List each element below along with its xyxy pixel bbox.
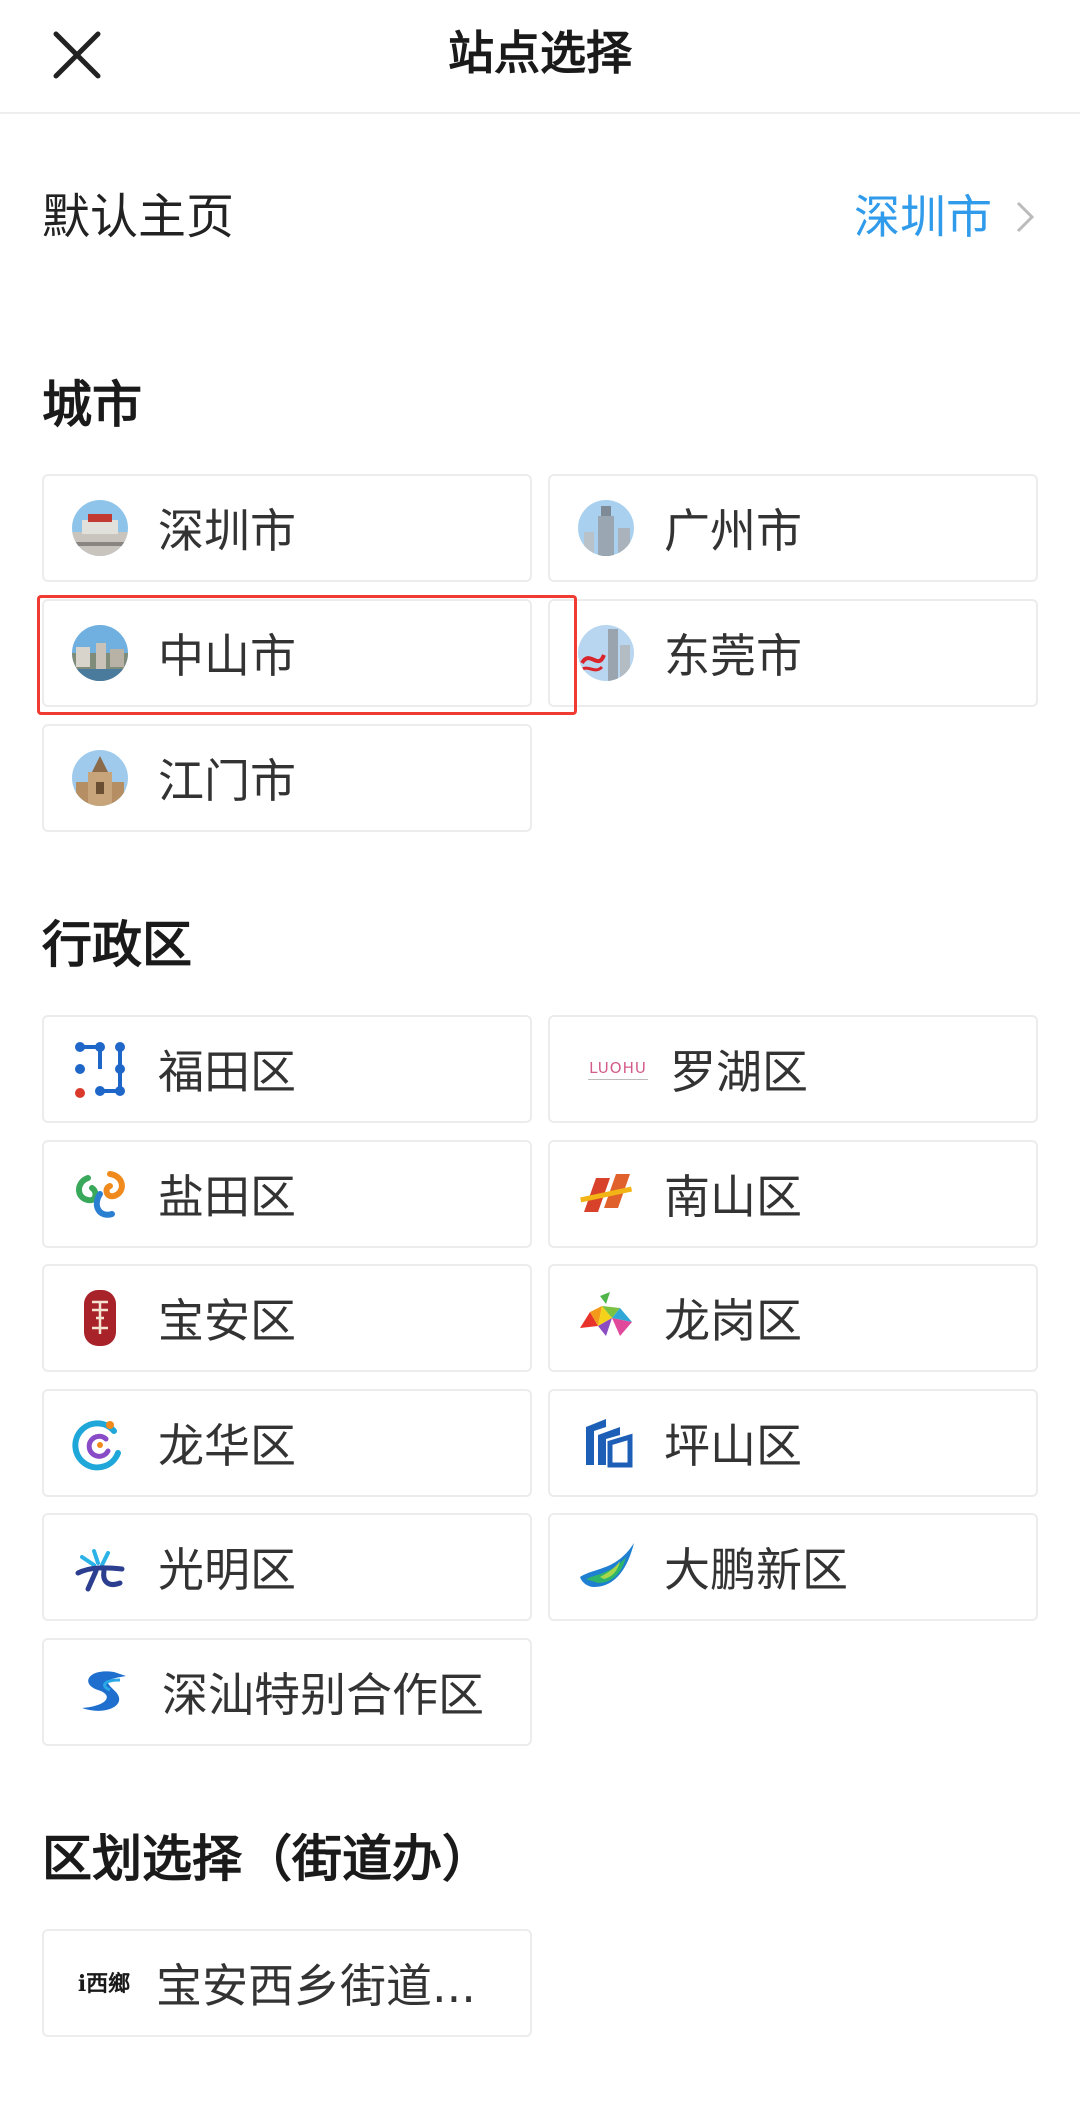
district-item-pingshan[interactable]: 坪山区	[548, 1389, 1038, 1497]
district-item-label: 龙岗区	[664, 1294, 802, 1348]
district-item-label: 宝安区	[158, 1294, 296, 1348]
longhua-logo-icon	[72, 1420, 121, 1471]
street-item-xixiang[interactable]: i西鄉 宝安西乡街道...	[42, 1929, 532, 2037]
dapeng-bird-logo-icon	[580, 1543, 634, 1587]
district-item-guangming[interactable]: 光明区	[42, 1513, 532, 1621]
zhongshan-city-photo-icon	[72, 625, 128, 681]
city-item-jiangmen[interactable]: 江门市	[42, 724, 532, 832]
svg-text:LUOHU: LUOHU	[589, 1059, 647, 1077]
pingshan-logo-icon	[586, 1419, 633, 1468]
city-item-shenzhen[interactable]: 深圳市	[42, 474, 532, 582]
district-item-yantian[interactable]: 盐田区	[42, 1140, 532, 1248]
city-item-zhongshan[interactable]: 中山市	[42, 599, 532, 707]
default-home-label: 默认主页	[42, 189, 235, 245]
city-item-dongguan[interactable]: 东莞市	[548, 599, 1038, 707]
section-title-districts: 行政区	[42, 916, 192, 974]
section-title-cities: 城市	[42, 376, 142, 434]
city-item-label: 江门市	[158, 754, 296, 808]
district-item-dapeng[interactable]: 大鹏新区	[548, 1513, 1038, 1621]
shenzhen-city-photo-icon	[72, 500, 128, 556]
futian-logo-icon	[75, 1042, 125, 1098]
guangzhou-tower-photo-icon	[578, 500, 634, 556]
district-item-longhua[interactable]: 龙华区	[42, 1389, 532, 1497]
nanshan-logo-icon	[580, 1174, 633, 1212]
district-item-label: 坪山区	[664, 1419, 802, 1473]
district-item-label: 南山区	[664, 1170, 802, 1224]
city-item-label: 广州市	[664, 504, 802, 558]
default-home-row[interactable]: 默认主页 深圳市	[42, 178, 1038, 258]
district-item-label: 福田区	[158, 1045, 296, 1099]
district-item-longgang[interactable]: 龙岗区	[548, 1264, 1038, 1372]
default-home-selector[interactable]: 深圳市	[854, 184, 1038, 250]
dongguan-city-photo-icon	[578, 625, 634, 681]
page-title: 站点选择	[448, 26, 632, 80]
district-item-shenshan[interactable]: 深汕特别合作区	[42, 1638, 532, 1746]
city-item-label: 中山市	[158, 629, 296, 683]
top-bar: 站点选择	[0, 0, 1080, 114]
section-title-streets: 区划选择（街道办）	[42, 1830, 492, 1888]
city-item-guangzhou[interactable]: 广州市	[548, 474, 1038, 582]
luohu-logo-icon: LUOHU	[588, 1059, 648, 1080]
default-home-value: 深圳市	[854, 190, 992, 244]
guangming-logo-icon	[75, 1549, 125, 1592]
longgang-logo-icon	[580, 1292, 632, 1336]
district-item-label: 深汕特别合作区	[162, 1668, 484, 1722]
street-item-label: 宝安西乡街道...	[156, 1959, 476, 2013]
district-item-label: 龙华区	[158, 1419, 296, 1473]
yantian-logo-icon	[76, 1171, 125, 1218]
shenshan-logo-icon	[82, 1671, 126, 1711]
district-item-nanshan[interactable]: 南山区	[548, 1140, 1038, 1248]
district-item-futian[interactable]: 福田区	[42, 1015, 532, 1123]
district-item-label: 光明区	[158, 1543, 296, 1597]
city-item-label: 深圳市	[158, 504, 296, 558]
city-item-label: 东莞市	[664, 629, 802, 683]
jiangmen-building-photo-icon	[72, 750, 128, 806]
district-item-luohu[interactable]: LUOHU 罗湖区	[548, 1015, 1038, 1123]
chevron-right-icon	[1016, 201, 1035, 233]
xixiang-logo-icon: i西鄉	[78, 1971, 130, 1997]
svg-text:i西鄉: i西鄉	[78, 1971, 130, 1997]
district-item-label: 大鹏新区	[664, 1543, 848, 1597]
district-item-baoan[interactable]: 宝安区	[42, 1264, 532, 1372]
district-item-label: 盐田区	[158, 1170, 296, 1224]
baoan-seal-icon	[84, 1290, 116, 1346]
district-item-label: 罗湖区	[670, 1045, 808, 1099]
